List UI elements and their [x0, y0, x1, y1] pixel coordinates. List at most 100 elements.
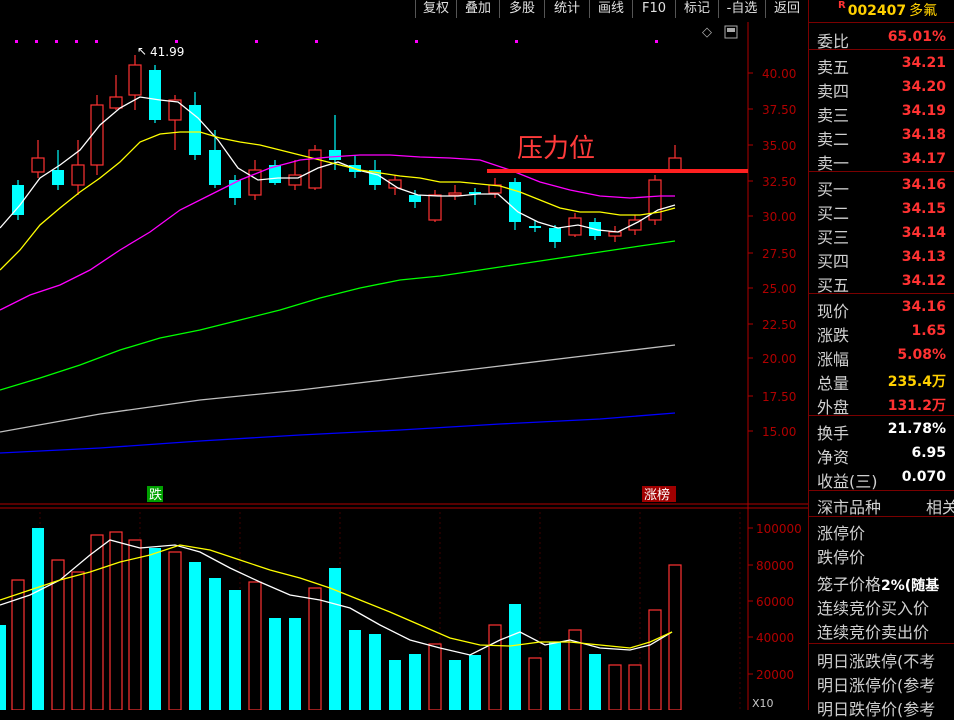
volume-bar — [168, 551, 182, 710]
volume-bar — [0, 625, 6, 710]
price-tick-label: 32.50 — [762, 175, 796, 189]
candle[interactable] — [12, 180, 24, 220]
bid-row[interactable]: 买三 34.14 — [808, 222, 954, 247]
auction-buy-label: 连续竞价买入价 — [817, 599, 930, 618]
candle[interactable] — [209, 130, 221, 188]
candle[interactable] — [668, 145, 682, 172]
price-tick-label: 22.50 — [762, 318, 796, 332]
candle[interactable] — [469, 188, 481, 205]
volume-bar — [488, 624, 502, 710]
volume-tick-label: 60000 — [756, 595, 794, 609]
rights-marker: R — [838, 0, 846, 11]
volume-tick-label: 100000 — [756, 522, 802, 536]
volume-tick-label: 80000 — [756, 559, 794, 573]
stock-header: R 002407 多氟 — [808, 0, 954, 22]
ask-row[interactable]: 卖一 34.17 — [808, 148, 954, 173]
volume-bar — [409, 654, 421, 710]
candle[interactable] — [448, 185, 462, 200]
candle[interactable] — [109, 75, 123, 110]
price-tick-label: 30.00 — [762, 210, 796, 224]
price-tick-label: 17.50 — [762, 390, 796, 404]
volume-bar — [549, 642, 561, 710]
quote-panel: 委比 65.01% 卖五 34.21 卖四 34.20 卖三 34.19 卖二 34.1… — [808, 22, 954, 719]
ask-row[interactable]: 卖五 34.21 — [808, 52, 954, 77]
limit-up-label: 涨榜 — [644, 487, 670, 503]
current-price-row: 现价 34.16 — [817, 299, 946, 321]
volume-bar — [449, 660, 461, 710]
candle[interactable] — [369, 160, 381, 190]
ma120-line — [0, 344, 676, 433]
limit-up-price-label: 涨停价 — [817, 524, 866, 543]
volume-tick-label: 20000 — [756, 668, 794, 682]
bid-row[interactable]: 买二 34.15 — [808, 198, 954, 223]
total-volume-row: 总量 235.4万 — [817, 374, 946, 393]
volume-bar — [389, 660, 401, 710]
stock-code: 002407 — [847, 3, 907, 19]
volume-bar — [369, 634, 381, 710]
high-marker-arrow: ↖ — [137, 44, 147, 58]
ask-row[interactable]: 卖二 34.18 — [808, 124, 954, 149]
price-tick-label: 40.00 — [762, 67, 796, 81]
volume-bar — [668, 564, 682, 710]
high-price-label: 41.99 — [150, 45, 184, 59]
candle[interactable] — [31, 140, 45, 178]
volume-bar — [509, 604, 521, 710]
ask-row[interactable]: 卖四 34.20 — [808, 76, 954, 101]
candle[interactable] — [388, 175, 402, 195]
candle[interactable] — [149, 65, 161, 123]
volume-bar — [648, 609, 662, 710]
volume-bar — [109, 531, 123, 710]
candle[interactable] — [428, 190, 442, 222]
candle[interactable] — [189, 92, 201, 160]
volume-bar — [428, 643, 442, 710]
volume-bar — [229, 590, 241, 710]
candle[interactable] — [269, 160, 281, 185]
candle[interactable] — [648, 175, 662, 225]
price-tick-label: 37.50 — [762, 103, 796, 117]
price-tick-label: 27.50 — [762, 247, 796, 261]
bid-row[interactable]: 买五 34.12 — [808, 270, 954, 295]
ma60-line — [0, 240, 676, 391]
down-signal-label: 跌 — [149, 487, 162, 503]
ask-row[interactable]: 卖三 34.19 — [808, 100, 954, 125]
candle[interactable] — [52, 150, 64, 190]
related-tab[interactable]: 相关 — [926, 494, 954, 518]
candle[interactable] — [229, 175, 241, 205]
bid-row[interactable]: 买四 34.13 — [808, 246, 954, 271]
volume-bar — [308, 587, 322, 710]
volume-bar — [248, 581, 262, 710]
candle[interactable] — [329, 115, 341, 170]
volume-bar — [71, 571, 85, 710]
volume-bar — [628, 664, 642, 710]
volume-bar — [32, 528, 44, 710]
stock-name: 多氟 — [909, 3, 938, 19]
turnover-row: 换手 21.78% — [817, 421, 946, 443]
volume-bar — [128, 539, 142, 710]
candle[interactable] — [608, 226, 622, 242]
candle[interactable] — [509, 178, 521, 230]
order-ratio-row: 委比 65.01% — [817, 29, 946, 51]
limit-down-price-label: 跌停价 — [817, 548, 866, 567]
volume-tick-label: 40000 — [756, 631, 794, 645]
volume-bar — [209, 578, 221, 710]
net-assets-row: 净资 6.95 — [817, 445, 946, 467]
tomorrow-up-label: 明日涨停价(参考 — [817, 676, 936, 695]
price-tick-label: 15.00 — [762, 425, 796, 439]
outer-volume-row: 外盘 131.2万 — [817, 398, 946, 417]
price-tick-label: 35.00 — [762, 139, 796, 153]
tomorrow-limit-label: 明日涨跌停(不考 — [817, 652, 936, 671]
kline-chart[interactable]: 40.00 37.50 35.00 32.50 30.00 27.50 25.00 22.50… — [0, 0, 808, 710]
diamond-icon[interactable]: ◇ — [702, 25, 712, 40]
tomorrow-down-label: 明日跌停价(参考 — [817, 700, 936, 719]
resistance-annotation: 压力位 — [517, 134, 595, 164]
bid-row[interactable]: 买一 34.16 — [808, 174, 954, 199]
cage-price-label: 笼子价格2%(随基 — [817, 575, 940, 594]
volume-bar — [469, 655, 481, 710]
volume-bar — [90, 534, 104, 710]
volume-bar — [269, 618, 281, 710]
volume-bar — [528, 657, 542, 710]
section-title: 深市品种 — [817, 498, 882, 517]
volume-bar — [589, 654, 601, 710]
volume-bar — [608, 664, 622, 710]
candle[interactable] — [288, 160, 302, 190]
